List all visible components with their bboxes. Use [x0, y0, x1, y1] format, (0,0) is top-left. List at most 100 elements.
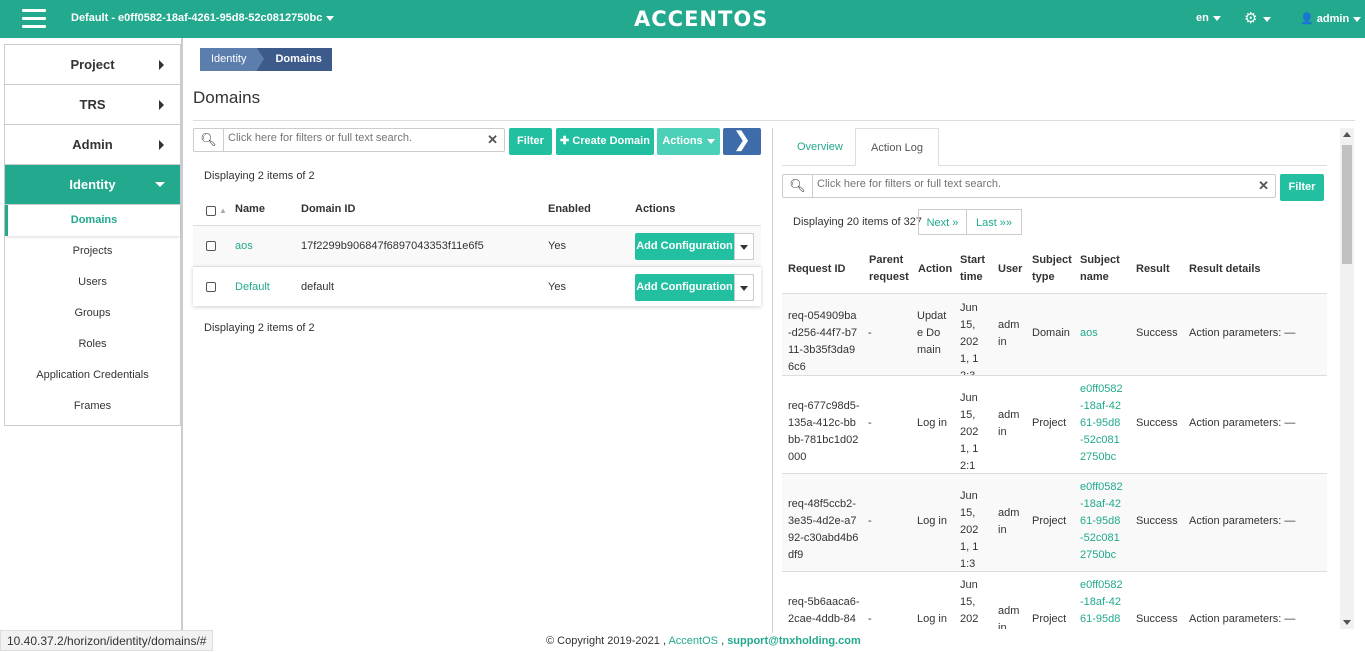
column-header-name[interactable]: Name — [235, 203, 265, 215]
column-header-action: Action — [918, 263, 953, 275]
clear-icon[interactable]: ✕ — [487, 132, 498, 148]
scrollbar-thumb[interactable] — [1342, 145, 1352, 264]
log-result: Success — [1136, 327, 1178, 339]
scroll-up-icon[interactable] — [1343, 132, 1351, 137]
domains-search-input[interactable] — [228, 132, 478, 144]
footer: © Copyright 2019-2021 , AccentOS , suppo… — [546, 635, 861, 647]
add-configuration-button[interactable]: Add Configuration — [635, 274, 754, 301]
sidebar-subitem-frames[interactable]: Frames — [5, 391, 180, 422]
subject-name-link[interactable]: aos — [1080, 325, 1098, 342]
row-checkbox[interactable] — [206, 241, 216, 251]
log-result: Success — [1136, 417, 1178, 429]
log-row: req-677c98d5-135a-412c-bbbb-781bc1d02000… — [782, 375, 1327, 473]
hamburger-menu-icon[interactable] — [22, 9, 46, 29]
settings-menu[interactable]: ⚙ — [1244, 9, 1272, 27]
create-domain-button[interactable]: ✚ Create Domain — [556, 128, 654, 155]
add-configuration-label: Add Configuration — [636, 281, 733, 293]
top-navbar: Default - e0ff0582-18af-4261-95d8-52c081… — [0, 0, 1365, 38]
sort-icon: ▲ — [219, 206, 227, 215]
subject-name-link[interactable]: e0ff0582-18af-4261-95d8-5 — [1080, 577, 1124, 629]
subject-name-link[interactable]: e0ff0582-18af-4261-95d8-52c0812750bc — [1080, 381, 1124, 466]
log-user: admin — [998, 605, 1020, 629]
log-row: req-48f5ccb2-3e35-4d2e-a792-c30abd4b6df9… — [782, 473, 1327, 571]
column-header-actions: Actions — [635, 203, 676, 215]
chevron-down-icon — [740, 286, 748, 291]
start-time: Jun 15, 2021, 12:18:32 — [960, 392, 979, 472]
actions-label: Actions — [662, 135, 703, 147]
log-filter-button[interactable]: Filter — [1280, 174, 1324, 201]
tab-action-log[interactable]: Action Log — [855, 128, 939, 166]
last-page-link[interactable]: Last »» — [966, 209, 1022, 235]
user-menu[interactable]: 👤 admin — [1300, 12, 1362, 25]
column-header-subject-type: Subject type — [1032, 254, 1072, 283]
sidebar-item-label: Admin — [72, 137, 113, 152]
add-configuration-button[interactable]: Add Configuration — [635, 233, 754, 260]
language-selector[interactable]: en — [1196, 12, 1221, 24]
domain-enabled: Yes — [548, 240, 566, 252]
request-id: req-48f5ccb2-3e35-4d2e-a792-c30abd4b6df9 — [788, 498, 859, 561]
result-details: Action parameters: — — [1189, 613, 1296, 625]
brand-logo: ACCENTOS — [634, 7, 769, 31]
project-selector[interactable]: Default - e0ff0582-18af-4261-95d8-52c081… — [71, 12, 335, 24]
clear-icon[interactable]: ✕ — [1258, 178, 1269, 194]
footer-separator: , — [721, 635, 725, 647]
domains-search-box: 🔍︎ ✕ — [193, 128, 505, 152]
row-actions-toggle[interactable] — [734, 233, 754, 260]
sidebar-subitem-domains[interactable]: Domains — [5, 205, 180, 236]
breadcrumb: Identity Domains — [200, 48, 332, 71]
domain-name-link[interactable]: aos — [235, 240, 253, 252]
chevron-down-icon — [740, 245, 748, 250]
breadcrumb-identity[interactable]: Identity — [200, 48, 265, 71]
parent-request: - — [868, 327, 872, 339]
sidebar-subitem-application-credentials[interactable]: Application Credentials — [5, 360, 180, 391]
log-user: admin — [998, 319, 1020, 348]
domain-enabled: Yes — [548, 281, 566, 293]
next-page-link[interactable]: Next » — [918, 209, 967, 235]
page-title: Domains — [193, 88, 261, 107]
row-checkbox[interactable] — [206, 282, 216, 292]
row-actions-toggle[interactable] — [734, 274, 754, 301]
subject-name-link[interactable]: e0ff0582-18af-4261-95d8-52c0812750bc — [1080, 479, 1124, 564]
log-search-input[interactable] — [817, 178, 1247, 190]
table-row: Default default Yes Add Configuration — [193, 266, 761, 306]
select-all-checkbox[interactable] — [206, 206, 216, 216]
sidebar-item-admin[interactable]: Admin — [5, 125, 180, 165]
column-header-domain-id[interactable]: Domain ID — [301, 203, 355, 215]
domain-name-link[interactable]: Default — [235, 281, 270, 293]
column-header-enabled[interactable]: Enabled — [548, 203, 591, 215]
result-details: Action parameters: — — [1189, 515, 1296, 527]
start-time: Jun 15, 2021, 12:33:15 — [960, 302, 979, 375]
search-icon: 🔍︎ — [783, 175, 813, 197]
language-label: en — [1196, 12, 1209, 24]
detail-tabs: Overview Action Log — [782, 128, 1327, 166]
request-id: req-054909ba-d256-44f7-b711-3b35f3da96c6 — [788, 310, 858, 373]
sidebar-item-project[interactable]: Project — [5, 45, 180, 85]
copyright-text: © Copyright 2019-2021 , — [546, 635, 667, 647]
brand-link[interactable]: AccentOS — [668, 635, 718, 647]
log-scrollbar[interactable] — [1340, 128, 1354, 629]
table-row: aos 17f2299b906847f6897043353f11e6f5 Yes… — [193, 225, 761, 265]
log-row: req-5b6aaca6-2cae-4ddb-84b - Log in Jun … — [782, 571, 1327, 629]
expand-panel-button[interactable]: ❯ — [723, 128, 761, 155]
sidebar-subitem-users[interactable]: Users — [5, 267, 180, 298]
sidebar-divider — [181, 38, 183, 633]
gear-icon: ⚙ — [1244, 10, 1258, 27]
parent-request: - — [868, 613, 872, 625]
sidebar-item-identity[interactable]: Identity — [5, 165, 180, 205]
support-email-link[interactable]: support@tnxholding.com — [727, 635, 861, 647]
actions-dropdown-button[interactable]: Actions — [657, 128, 720, 155]
parent-request: - — [868, 515, 872, 527]
scroll-down-icon[interactable] — [1343, 620, 1351, 625]
tab-overview[interactable]: Overview — [782, 128, 858, 166]
sidebar-item-trs[interactable]: TRS — [5, 85, 180, 125]
request-id: req-677c98d5-135a-412c-bbbb-781bc1d02000 — [788, 400, 860, 463]
result-details: Action parameters: — — [1189, 417, 1296, 429]
sidebar-subitem-roles[interactable]: Roles — [5, 329, 180, 360]
sidebar-subitem-projects[interactable]: Projects — [5, 236, 180, 267]
domains-filter-button[interactable]: Filter — [509, 128, 552, 155]
user-icon: 👤 — [1300, 13, 1314, 25]
status-bar-url: 10.40.37.2/horizon/identity/domains/# — [0, 630, 214, 651]
subject-type: Project — [1032, 515, 1067, 527]
add-configuration-label: Add Configuration — [636, 240, 733, 252]
sidebar-subitem-groups[interactable]: Groups — [5, 298, 180, 329]
